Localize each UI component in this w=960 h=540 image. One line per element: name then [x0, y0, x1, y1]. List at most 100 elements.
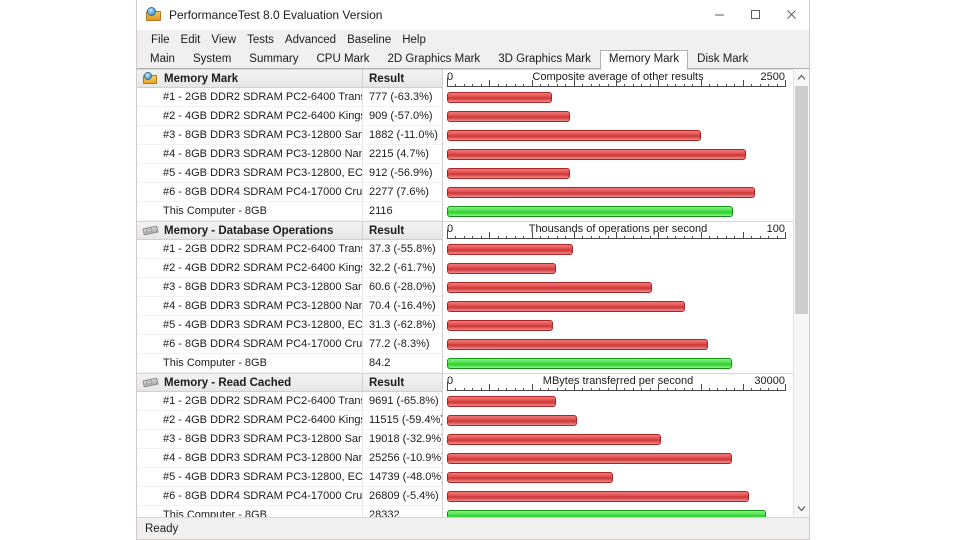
row-result-value: 77.2 (-8.3%)	[362, 335, 442, 353]
tab-cpu-mark[interactable]: CPU Mark	[307, 50, 378, 69]
axis-tick	[717, 388, 719, 391]
scroll-down-icon[interactable]	[794, 500, 809, 517]
chart-bar-row	[443, 126, 793, 145]
chart-bar-row	[443, 430, 793, 449]
table-row[interactable]: This Computer - 8GB 84.2	[137, 354, 442, 373]
chart-bar-row	[443, 259, 793, 278]
table-row[interactable]: #3 - 8GB DDR3 SDRAM PC3-12800 Samsung188…	[137, 126, 442, 145]
axis-ruler	[447, 230, 786, 239]
section-header[interactable]: Memory - Read Cached Result	[137, 373, 442, 392]
results-charts: 0 Composite average of other results 2500 0…	[443, 69, 793, 517]
axis-tick	[632, 388, 634, 391]
result-column-header[interactable]: Result	[362, 70, 442, 87]
axis-tick	[759, 84, 761, 87]
results-chart-pane[interactable]: 0 Composite average of other results 2500 0…	[443, 69, 793, 517]
row-result-value: 28332	[362, 506, 442, 517]
row-baseline-name: #3 - 8GB DDR3 SDRAM PC3-12800 Samsung	[163, 281, 362, 293]
row-baseline-name: #5 - 4GB DDR3 SDRAM PC3-12800, ECC Team …	[163, 471, 362, 483]
axis-tick	[514, 84, 516, 87]
row-result-value: 1882 (-11.0%)	[362, 126, 442, 144]
table-row[interactable]: #2 - 4GB DDR2 SDRAM PC2-6400 Kingston 115…	[137, 411, 442, 430]
axis-tick	[556, 84, 558, 87]
axis-tick	[590, 388, 592, 391]
axis-tick	[675, 388, 677, 391]
axis-tick	[539, 84, 541, 87]
row-baseline-name: This Computer - 8GB	[163, 205, 267, 217]
menu-item-advanced[interactable]: Advanced	[280, 33, 342, 47]
menu-item-help[interactable]: Help	[397, 33, 432, 47]
axis-tick	[523, 236, 525, 239]
table-row[interactable]: #5 - 4GB DDR3 SDRAM PC3-12800, ECC Team …	[137, 316, 442, 335]
application-window: PerformanceTest 8.0 Evaluation Version F…	[136, 0, 810, 540]
performancetest-icon	[146, 6, 162, 23]
minimize-button[interactable]	[701, 0, 737, 29]
content-area: Memory Mark Result #1 - 2GB DDR2 SDRAM PC2…	[137, 69, 809, 517]
vertical-scrollbar[interactable]	[793, 69, 809, 517]
axis-tick	[742, 232, 744, 239]
menu-item-baseline[interactable]: Baseline	[342, 33, 397, 47]
table-row[interactable]: #4 - 8GB DDR3 SDRAM PC3-12800 Nanya Tech…	[137, 145, 442, 164]
axis-tick	[776, 236, 778, 239]
table-row[interactable]: #2 - 4GB DDR2 SDRAM PC2-6400 Kingston 909…	[137, 107, 442, 126]
table-row[interactable]: #3 - 8GB DDR3 SDRAM PC3-12800 Samsung190…	[137, 430, 442, 449]
chart-bar-row	[443, 411, 793, 430]
section-title: Memory - Read Cached	[164, 376, 292, 389]
axis-tick	[768, 388, 770, 391]
chart-bar-baseline	[447, 130, 702, 141]
table-row[interactable]: #3 - 8GB DDR3 SDRAM PC3-12800 Samsung60.…	[137, 278, 442, 297]
axis-tick	[751, 388, 753, 391]
table-row[interactable]: #6 - 8GB DDR4 SDRAM PC4-17000 Crucial Te…	[137, 487, 442, 506]
chart-axis-header: 0 MBytes transferred per second 30000	[443, 373, 793, 392]
table-row[interactable]: #5 - 4GB DDR3 SDRAM PC3-12800, ECC Team …	[137, 468, 442, 487]
table-row[interactable]: #1 - 2GB DDR2 SDRAM PC2-6400 Transcend I…	[137, 88, 442, 107]
row-result-value: 31.3 (-62.8%)	[362, 316, 442, 334]
table-row[interactable]: #6 - 8GB DDR4 SDRAM PC4-17000 Crucial Te…	[137, 335, 442, 354]
axis-tick	[573, 232, 575, 239]
axis-tick	[666, 236, 668, 239]
axis-tick	[447, 384, 448, 391]
axis-tick	[616, 80, 617, 87]
table-row[interactable]: #4 - 8GB DDR3 SDRAM PC3-12800 Nanya Tech…	[137, 297, 442, 316]
tab-main[interactable]: Main	[141, 50, 184, 69]
axis-tick	[700, 232, 702, 239]
close-button[interactable]	[773, 0, 809, 29]
section-header[interactable]: Memory - Database Operations Result	[137, 221, 442, 240]
table-row[interactable]: #5 - 4GB DDR3 SDRAM PC3-12800, ECC Team …	[137, 164, 442, 183]
table-row[interactable]: This Computer - 8GB 28332	[137, 506, 442, 517]
axis-tick	[506, 84, 508, 87]
results-list-pane[interactable]: Memory Mark Result #1 - 2GB DDR2 SDRAM PC2…	[137, 69, 443, 517]
tab-3d-graphics-mark[interactable]: 3D Graphics Mark	[489, 50, 600, 69]
table-row[interactable]: #4 - 8GB DDR3 SDRAM PC3-12800 Nanya Tech…	[137, 449, 442, 468]
tab-system[interactable]: System	[184, 50, 240, 69]
table-row[interactable]: #1 - 2GB DDR2 SDRAM PC2-6400 Transcend I…	[137, 392, 442, 411]
table-row[interactable]: #2 - 4GB DDR2 SDRAM PC2-6400 Kingston 32.…	[137, 259, 442, 278]
chart-bar-baseline	[447, 263, 556, 274]
axis-tick	[556, 236, 558, 239]
tab-disk-mark[interactable]: Disk Mark	[688, 50, 757, 69]
scrollbar-track[interactable]	[794, 86, 809, 500]
tab-summary[interactable]: Summary	[240, 50, 307, 69]
table-row[interactable]: #1 - 2GB DDR2 SDRAM PC2-6400 Transcend I…	[137, 240, 442, 259]
row-baseline-name: #2 - 4GB DDR2 SDRAM PC2-6400 Kingston	[163, 414, 362, 426]
result-column-header[interactable]: Result	[362, 374, 442, 391]
tab-2d-graphics-mark[interactable]: 2D Graphics Mark	[379, 50, 490, 69]
menu-item-edit[interactable]: Edit	[176, 33, 207, 47]
axis-tick	[607, 236, 609, 239]
maximize-button[interactable]	[737, 0, 773, 29]
menu-item-tests[interactable]: Tests	[242, 33, 280, 47]
menu-item-view[interactable]: View	[206, 33, 242, 47]
scrollbar-thumb[interactable]	[795, 86, 808, 314]
axis-tick	[607, 388, 609, 391]
section-header[interactable]: Memory Mark Result	[137, 69, 442, 88]
tab-memory-mark[interactable]: Memory Mark	[599, 50, 689, 70]
axis-tick	[506, 388, 508, 391]
table-row[interactable]: This Computer - 8GB 2116	[137, 202, 442, 221]
row-result-value: 11515 (-59.4%)	[362, 411, 442, 429]
scroll-up-icon[interactable]	[794, 69, 809, 86]
chart-bar-row	[443, 316, 793, 335]
chart-bar-baseline	[447, 149, 747, 160]
table-row[interactable]: #6 - 8GB DDR4 SDRAM PC4-17000 Crucial Te…	[137, 183, 442, 202]
result-column-header[interactable]: Result	[362, 222, 442, 239]
axis-tick	[632, 236, 634, 239]
menu-item-file[interactable]: File	[146, 33, 176, 47]
